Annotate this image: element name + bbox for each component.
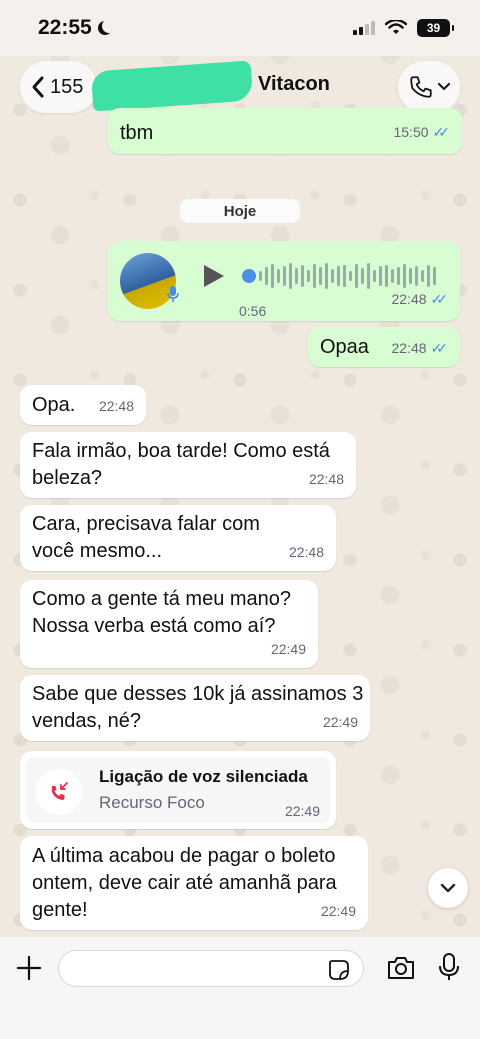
message-time: 22:48 [308, 471, 344, 487]
message-time: 22:49 [320, 903, 356, 919]
message-incoming[interactable]: Fala irmão, boa tarde! Como está beleza?… [20, 432, 356, 498]
back-button[interactable]: 155 [20, 61, 98, 113]
message-text: A última acabou de pagar o boleto ontem,… [32, 845, 337, 921]
back-chevron-icon [32, 76, 44, 98]
message-time: 15:50 [393, 124, 429, 140]
voice-message[interactable]: 0:56 22:48 ✓✓ [108, 241, 460, 321]
contact-name[interactable]: Vitacon [258, 73, 330, 96]
status-bar: 22:55 39 [0, 0, 480, 56]
moon-icon [102, 19, 116, 33]
message-incoming[interactable]: Sabe que desses 10k já assinamos 3 venda… [20, 675, 370, 741]
missed-call-icon [36, 769, 82, 815]
camera-icon [388, 957, 414, 979]
message-text: Cara, precisava falar com você mesmo... [32, 513, 260, 562]
redacted-avatar[interactable] [90, 60, 254, 112]
camera-button[interactable] [384, 952, 418, 984]
back-unread-count: 155 [50, 75, 84, 98]
message-outgoing[interactable]: Opaa 22:48 ✓✓ [308, 327, 460, 367]
plus-icon [16, 955, 42, 981]
message-text: Como a gente tá meu mano? Nossa verba es… [32, 588, 292, 637]
read-ticks-icon: ✓✓ [432, 124, 451, 140]
message-time: 22:48 [391, 340, 427, 356]
wifi-icon [385, 20, 407, 34]
message-text: Opa. [32, 394, 76, 416]
chevron-down-icon [440, 883, 456, 893]
read-ticks-icon: ✓✓ [430, 291, 449, 307]
read-ticks-icon: ✓✓ [430, 340, 449, 356]
call-notification[interactable]: Ligação de voz silenciada Recurso Foco 2… [20, 751, 336, 829]
phone-icon [410, 76, 432, 98]
message-text: Fala irmão, boa tarde! Como está beleza? [32, 440, 330, 489]
message-incoming[interactable]: Como a gente tá meu mano? Nossa verba es… [20, 580, 318, 668]
message-incoming[interactable]: Cara, precisava falar com você mesmo... … [20, 505, 336, 571]
message-time: 22:48 [391, 291, 427, 307]
message-incoming[interactable]: Opa. 22:48 [20, 385, 146, 425]
sticker-button[interactable] [326, 957, 352, 983]
microphone-icon [439, 953, 459, 980]
message-text: Opaa [320, 336, 369, 358]
sticker-icon [329, 960, 349, 980]
battery-icon: 39 [417, 19, 454, 37]
message-incoming[interactable]: A última acabou de pagar o boleto ontem,… [20, 836, 368, 930]
scroll-to-bottom-button[interactable] [428, 868, 468, 908]
signal-icon [353, 21, 375, 35]
message-time: 22:48 [98, 398, 134, 414]
call-title: Ligação de voz silenciada [99, 767, 308, 786]
message-outgoing[interactable]: tbm 15:50 ✓✓ [108, 108, 462, 154]
play-icon[interactable] [204, 265, 224, 287]
message-time: 22:48 [288, 544, 324, 560]
composer-bar [0, 937, 480, 1039]
message-text: Sabe que desses 10k já assinamos 3 venda… [32, 683, 364, 732]
message-text: tbm [120, 122, 154, 144]
voice-record-button[interactable] [436, 950, 462, 984]
chevron-down-icon [438, 83, 450, 91]
message-input[interactable] [58, 950, 364, 987]
message-time: 22:49 [270, 641, 306, 657]
call-button[interactable] [398, 61, 460, 113]
status-time: 22:55 [38, 16, 92, 39]
mic-icon [166, 285, 180, 312]
battery-level: 39 [426, 21, 441, 35]
call-subtitle: Recurso Foco [99, 793, 205, 812]
voice-duration: 0:56 [239, 303, 267, 319]
message-time: 22:49 [322, 714, 358, 730]
date-separator: Hoje [180, 199, 300, 223]
attach-button[interactable] [14, 953, 44, 983]
message-time: 22:49 [284, 803, 320, 819]
